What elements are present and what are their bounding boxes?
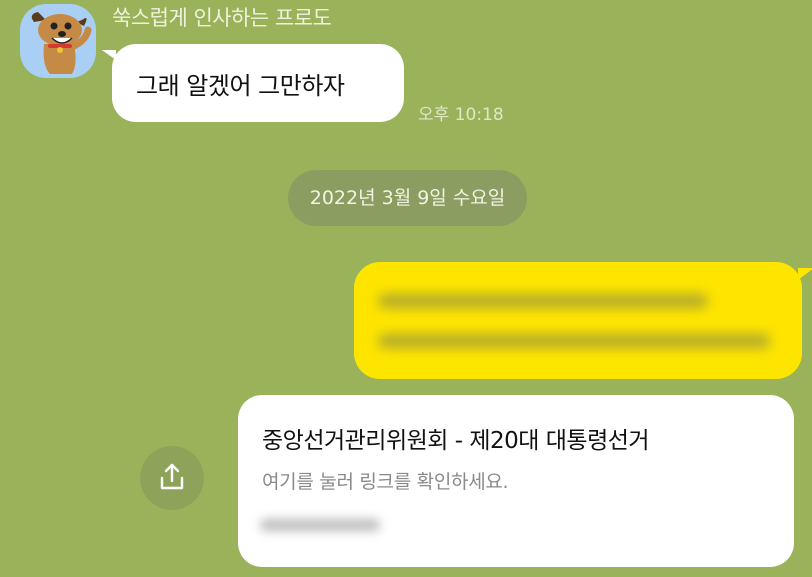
chat-screen: 쑥스럽게 인사하는 프로도 그래 알겠어 그만하자 오후 10:18 2022년… <box>0 0 812 577</box>
incoming-message-bubble[interactable]: 그래 알겠어 그만하자 <box>102 44 404 122</box>
link-preview-title: 중앙선거관리위원회 - 제20대 대통령선거 <box>262 428 650 454</box>
frodo-dog-avatar-icon <box>31 12 92 74</box>
share-upload-icon <box>160 463 184 490</box>
sender-avatar[interactable] <box>20 4 96 78</box>
outgoing-message-bubble[interactable] <box>354 262 812 379</box>
blurred-link-url <box>260 519 380 531</box>
share-button[interactable] <box>140 446 204 510</box>
message-timestamp: 오후 10:18 <box>418 105 504 125</box>
blurred-text-line <box>378 294 708 308</box>
link-preview-description: 여기를 눌러 링크를 확인하세요. <box>262 471 509 493</box>
blurred-text-line <box>378 334 770 348</box>
sender-name: 쑥스럽게 인사하는 프로도 <box>112 6 332 30</box>
incoming-message-text: 그래 알겠어 그만하자 <box>136 72 345 100</box>
bubble-tail <box>102 50 116 60</box>
blurred-message-content <box>354 262 802 379</box>
link-preview-card[interactable]: 중앙선거관리위원회 - 제20대 대통령선거 여기를 눌러 링크를 확인하세요. <box>238 395 794 567</box>
date-divider: 2022년 3월 9일 수요일 <box>288 170 527 226</box>
